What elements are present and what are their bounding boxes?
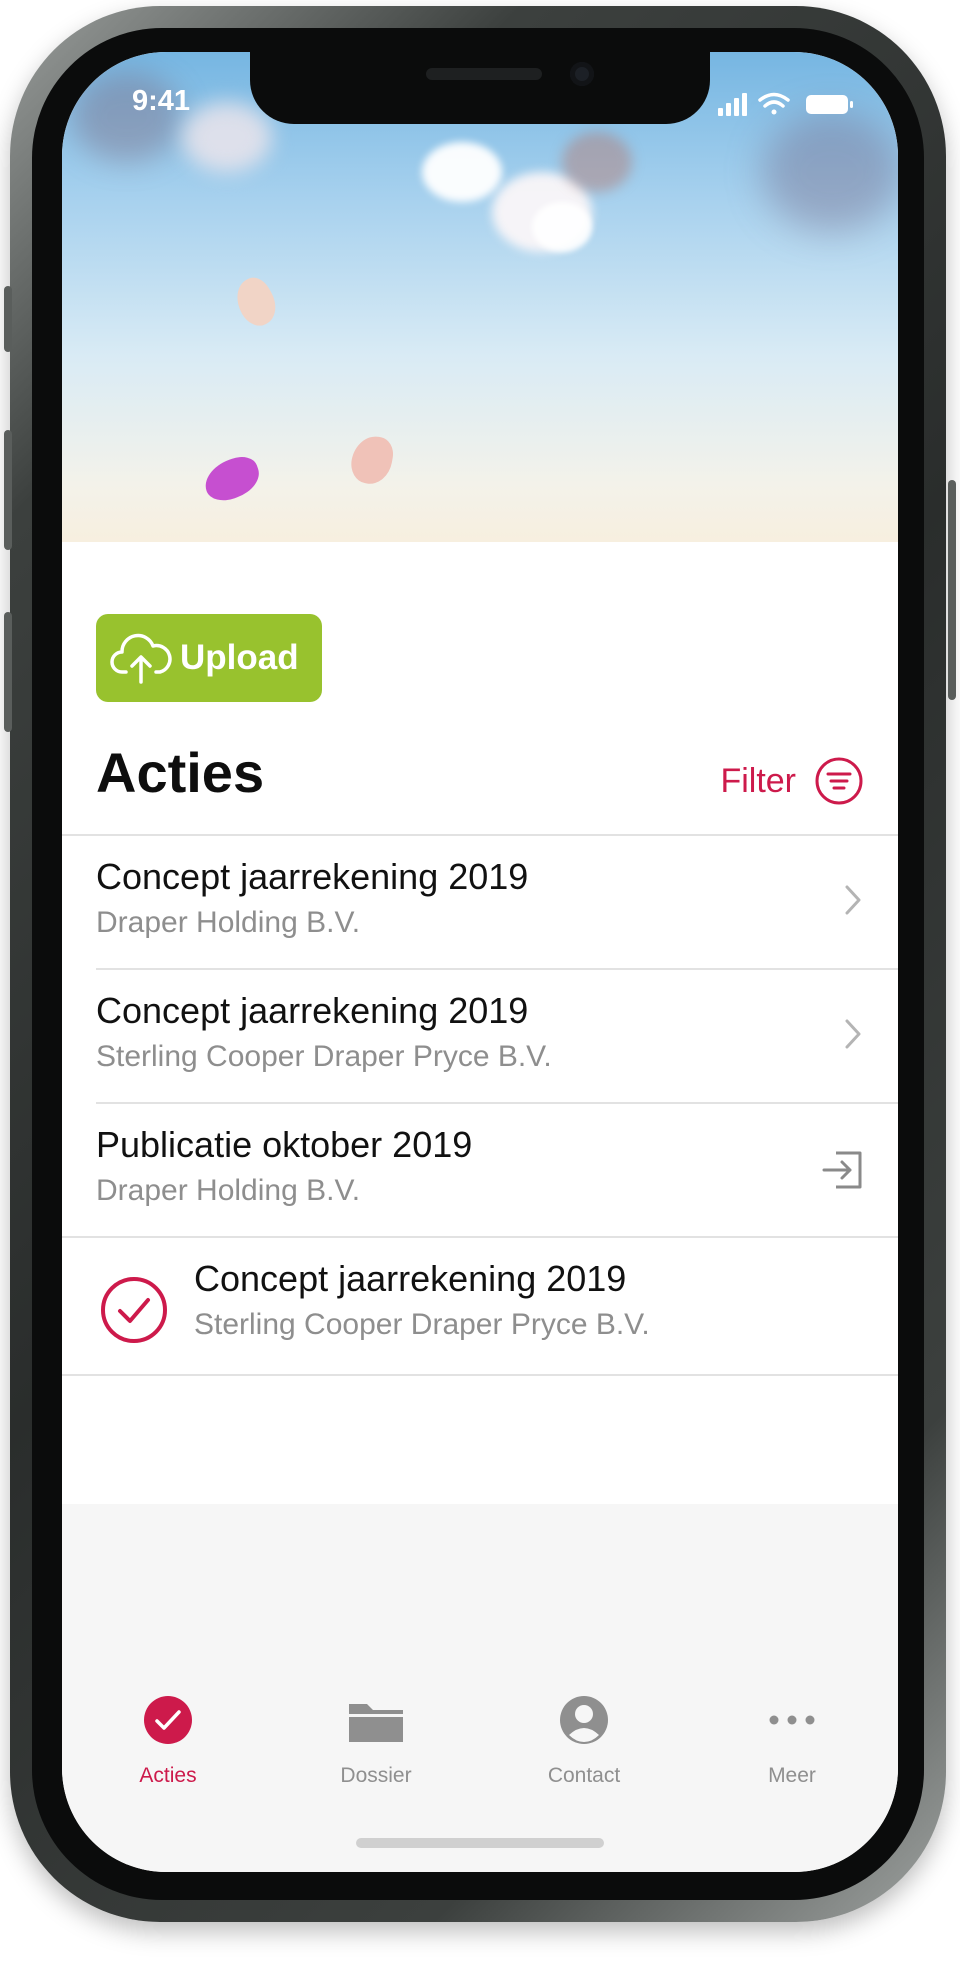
tab-contact[interactable]: Contact	[484, 1682, 684, 1802]
status-time: 9:41	[132, 85, 191, 117]
filter-icon	[815, 757, 863, 805]
tab-label: Contact	[547, 1764, 621, 1787]
power-button	[948, 480, 956, 700]
wifi-icon	[758, 92, 790, 115]
folder-icon	[349, 1704, 403, 1742]
silent-switch	[4, 286, 12, 352]
list-item-subtitle: Draper Holding B.V.	[96, 906, 361, 939]
tab-meer[interactable]: Meer	[692, 1682, 892, 1802]
sign-in-icon	[822, 1151, 862, 1189]
tab-label: Acties	[139, 1764, 197, 1787]
tab-label: Meer	[768, 1764, 816, 1787]
list-item[interactable]: Concept jaarrekening 2019 Sterling Coope…	[62, 970, 898, 1102]
cloud-upload-icon	[110, 633, 172, 684]
chevron-right-icon	[845, 1019, 861, 1049]
status-icons	[718, 92, 853, 116]
volume-up-button	[4, 430, 12, 550]
check-circle-icon	[144, 1696, 192, 1744]
filter-label: Filter	[720, 761, 796, 800]
list-item-subtitle: Sterling Cooper Draper Pryce B.V.	[194, 1308, 650, 1341]
list-divider	[62, 1374, 898, 1376]
list-item[interactable]: Concept jaarrekening 2019 Draper Holding…	[62, 836, 898, 968]
checkmark-circle-icon	[101, 1277, 167, 1343]
list-item-subtitle: Draper Holding B.V.	[96, 1174, 361, 1207]
tab-bar: Acties Dossier Contact Meer	[62, 1682, 898, 1802]
list-item[interactable]: Publicatie oktober 2019 Draper Holding B…	[62, 1104, 898, 1236]
tab-label: Dossier	[340, 1764, 412, 1787]
chevron-right-icon	[845, 885, 861, 915]
list-item-subtitle: Sterling Cooper Draper Pryce B.V.	[96, 1040, 552, 1073]
list-item-title: Concept jaarrekening 2019	[96, 990, 529, 1031]
volume-down-button	[4, 612, 12, 732]
upload-label: Upload	[180, 638, 299, 677]
battery-icon	[806, 95, 853, 114]
person-circle-icon	[560, 1696, 608, 1744]
upload-button[interactable]: Upload	[96, 614, 322, 702]
tab-dossier[interactable]: Dossier	[276, 1682, 476, 1802]
list-item-title: Concept jaarrekening 2019	[96, 856, 529, 897]
front-camera	[570, 62, 594, 86]
home-indicator	[356, 1838, 604, 1848]
tab-acties[interactable]: Acties	[68, 1682, 268, 1802]
app-screen: 9:41 Upload Acties Filter Concept jaarre…	[62, 52, 898, 1872]
list-item[interactable]: Concept jaarrekening 2019 Sterling Coope…	[62, 1238, 898, 1370]
list-item-title: Publicatie oktober 2019	[96, 1124, 473, 1165]
list-item-title: Concept jaarrekening 2019	[194, 1258, 627, 1299]
earpiece-speaker	[426, 68, 542, 80]
device-notch	[250, 52, 710, 124]
signal-icon	[718, 93, 747, 116]
more-dots-icon	[769, 1715, 815, 1725]
filter-button[interactable]: Filter	[720, 756, 864, 806]
page-title: Acties	[96, 741, 265, 804]
hero-image	[62, 52, 898, 542]
